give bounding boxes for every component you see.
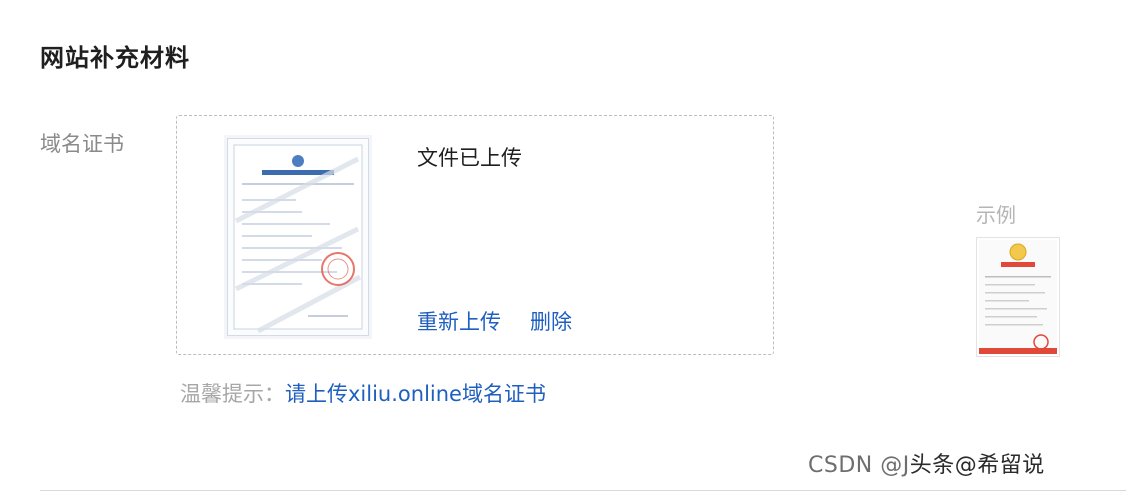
domain-certificate-label: 域名证书	[40, 132, 124, 156]
bottom-divider	[40, 490, 1126, 491]
hint: 温馨提示：请上传xiliu.online域名证书	[180, 378, 546, 408]
hint-label: 温馨提示：	[180, 382, 285, 406]
upload-area[interactable]: 文件已上传 重新上传 删除	[176, 115, 774, 355]
reupload-link[interactable]: 重新上传	[417, 306, 501, 336]
watermark-prefix: CSDN @J	[808, 453, 910, 478]
uploaded-certificate-thumbnail	[227, 138, 369, 336]
watermark-accent: 头条@希留说	[909, 453, 1045, 478]
certificate-document-icon	[233, 144, 363, 334]
upload-status: 文件已上传	[417, 146, 522, 170]
delete-link[interactable]: 删除	[530, 306, 572, 336]
example-certificate-thumbnail[interactable]	[976, 237, 1060, 357]
page-title: 网站补充材料	[40, 44, 190, 72]
hint-text: 请上传xiliu.online域名证书	[285, 382, 546, 406]
watermark: CSDN @J头条@希留说	[808, 447, 1045, 479]
example-certificate-icon	[979, 240, 1057, 354]
example-label: 示例	[976, 203, 1016, 227]
